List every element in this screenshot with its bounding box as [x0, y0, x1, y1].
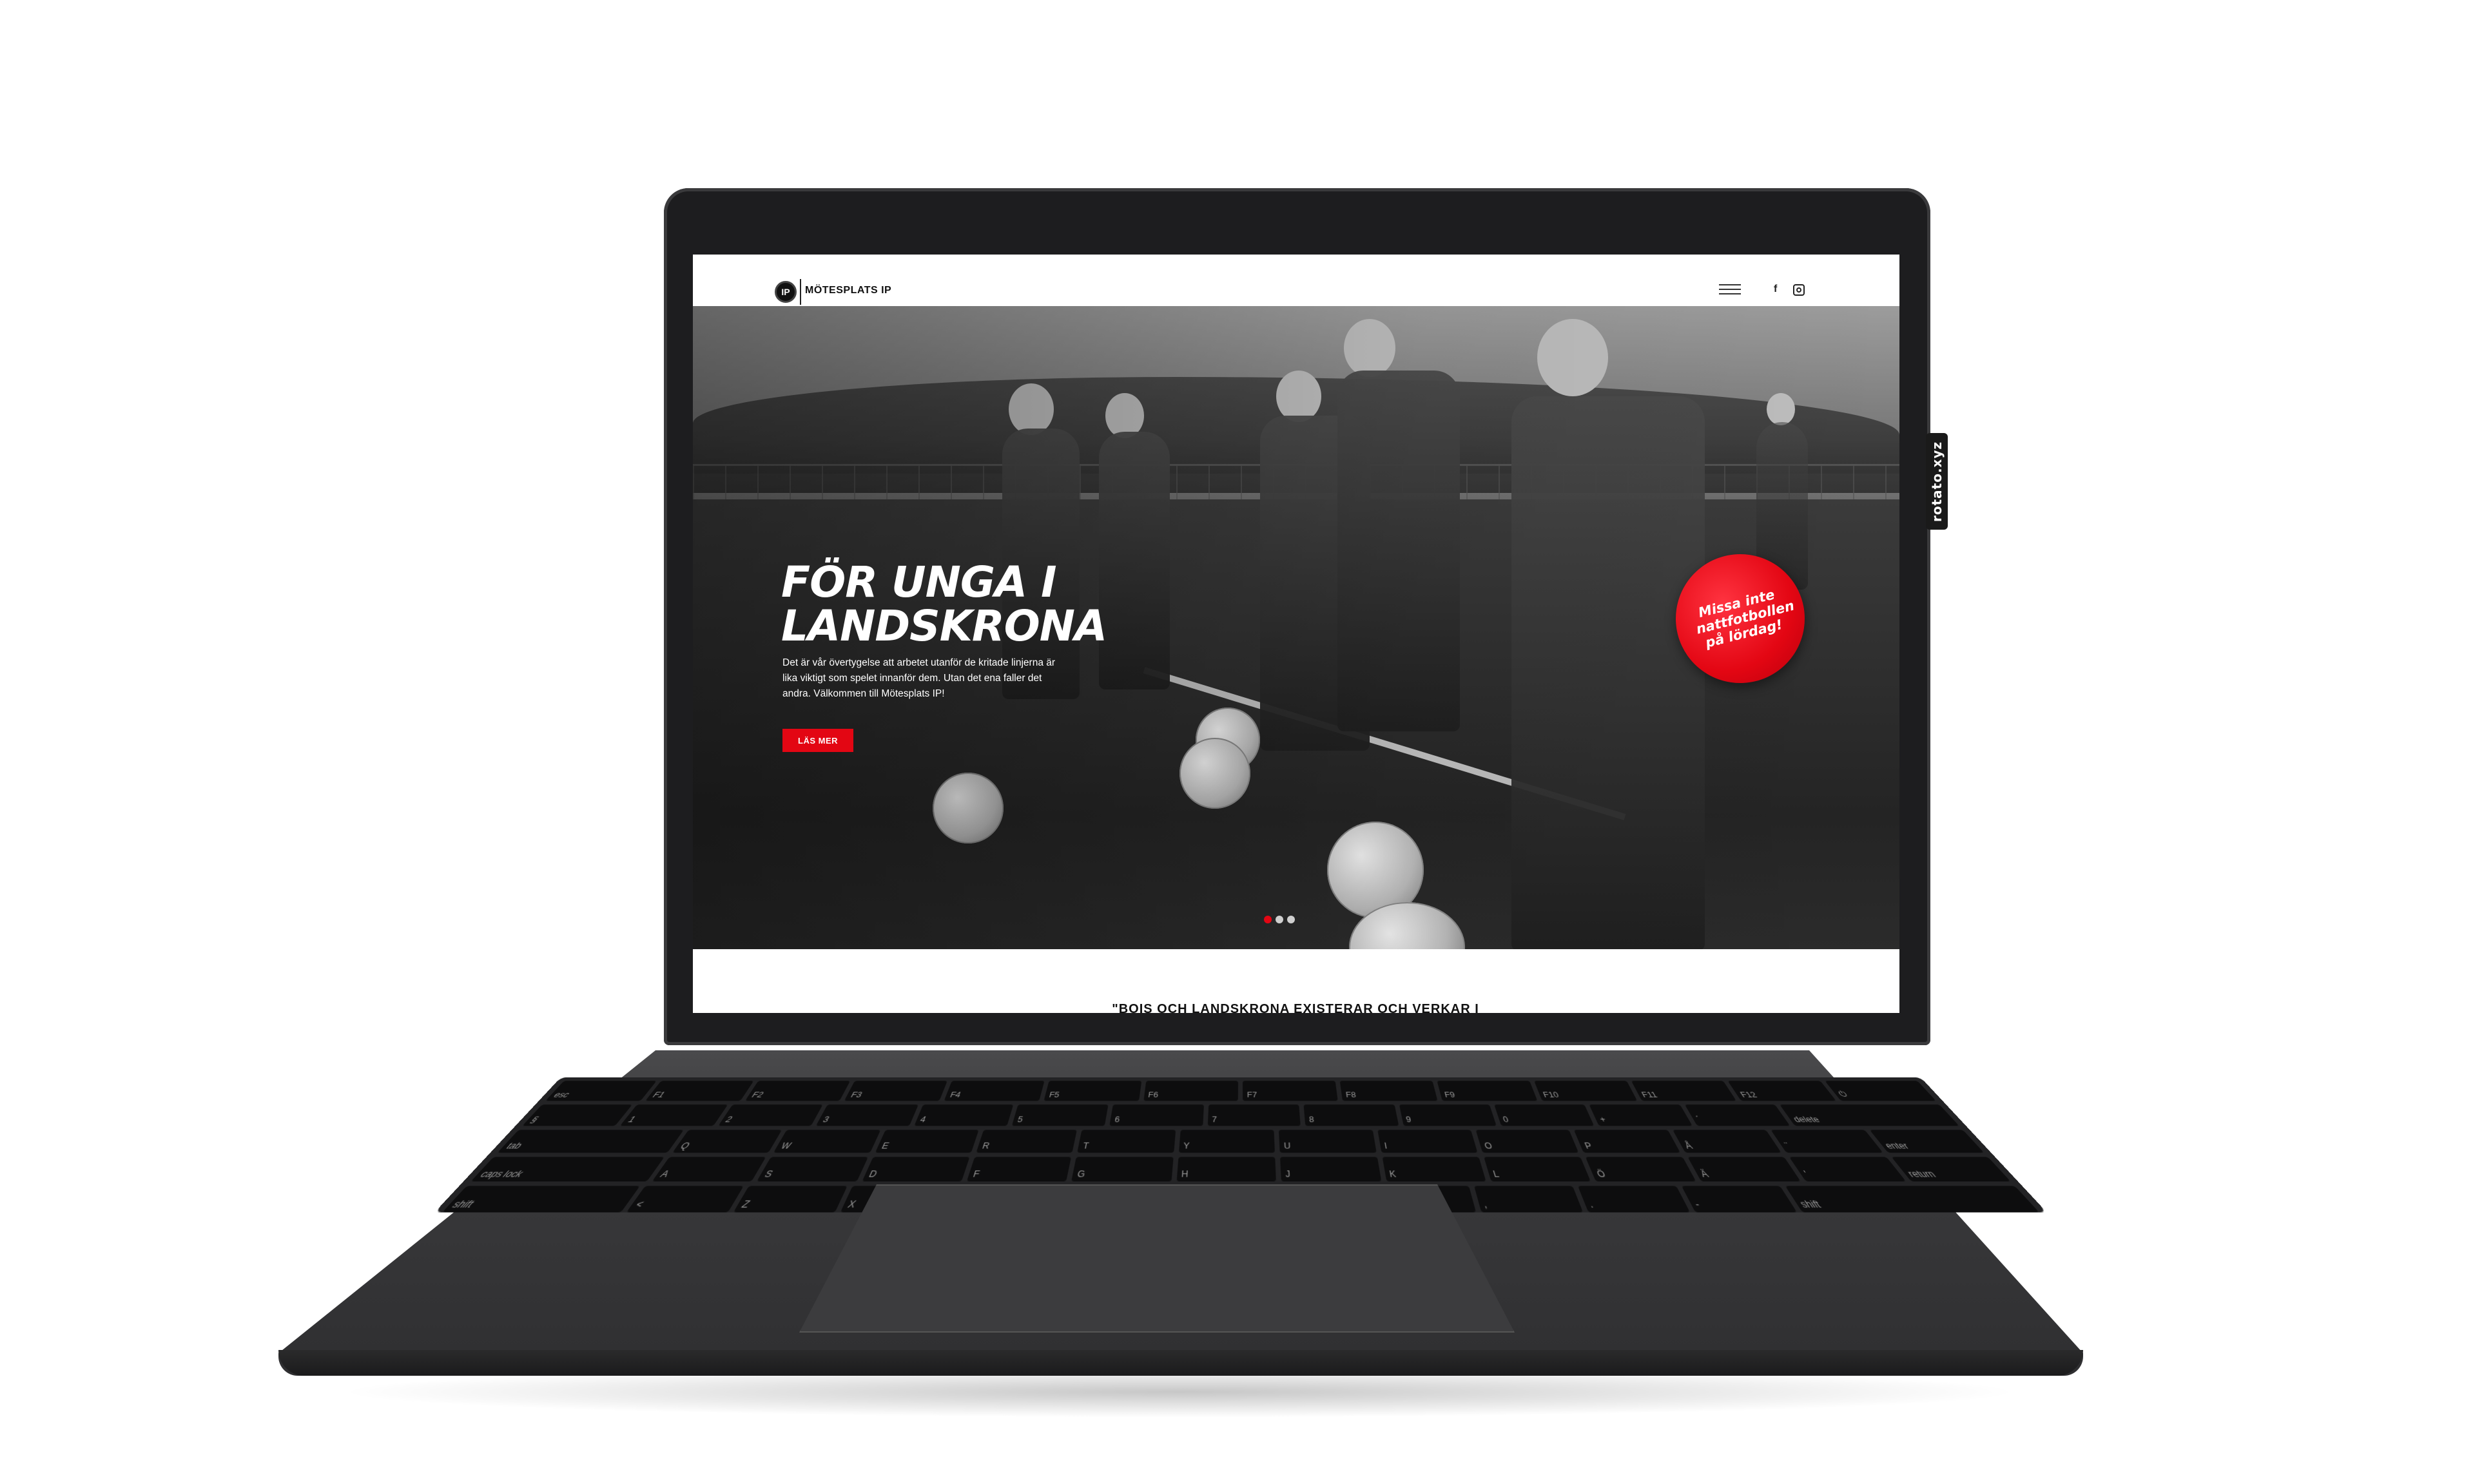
key[interactable]: U [1279, 1130, 1376, 1153]
key[interactable]: F11 [1631, 1081, 1736, 1101]
side-tag: rotato.xyz [1926, 433, 1948, 530]
hero-title: FÖR UNGA I LANDSKRONA [781, 561, 1116, 648]
key[interactable]: 9 [1399, 1104, 1496, 1126]
key[interactable]: F [967, 1157, 1072, 1181]
power-key[interactable]: ⏻ [1825, 1081, 1936, 1101]
event-badge-text: Missa inte nattfotbollen på lördag! [1691, 585, 1789, 652]
hero-text: Det är vår övertygelse att arbetet utanf… [782, 655, 1069, 702]
key[interactable]: 4 [914, 1104, 1013, 1126]
key[interactable]: Q [672, 1130, 782, 1153]
key[interactable]: F7 [1243, 1081, 1337, 1101]
key[interactable]: esc [545, 1081, 656, 1101]
logo-divider [800, 279, 801, 305]
hero-slider: FÖR UNGA I LANDSKRONA Det är vår övertyg… [693, 306, 1899, 949]
key[interactable]: Ö [1586, 1157, 1696, 1181]
key[interactable]: 0 [1494, 1104, 1595, 1126]
key[interactable]: W [773, 1130, 880, 1153]
key[interactable]: 6 [1110, 1104, 1204, 1126]
key[interactable]: ´ [1684, 1104, 1790, 1126]
shift-key[interactable]: shift [1785, 1186, 2039, 1212]
key[interactable]: F12 [1728, 1081, 1836, 1101]
key[interactable]: F10 [1534, 1081, 1637, 1101]
key[interactable]: K [1382, 1157, 1486, 1181]
slider-dot-3[interactable] [1287, 916, 1295, 923]
key[interactable]: P [1574, 1130, 1680, 1153]
read-more-button[interactable]: LÄS MER [782, 729, 853, 752]
key[interactable]: < [626, 1186, 744, 1212]
key[interactable]: F5 [1043, 1081, 1141, 1101]
key[interactable]: ¨ [1771, 1130, 1883, 1153]
slider-dots [1264, 916, 1295, 923]
key[interactable]: 8 [1304, 1104, 1399, 1126]
key[interactable]: F2 [744, 1081, 850, 1101]
key[interactable]: Y [1179, 1130, 1275, 1153]
keyboard-row-function: esc F1 F2 F3 F4 F5 F6 F7 F8 F9 F10 F11 F… [539, 1077, 1943, 1101]
keyboard-row-home: caps lock A S D F G H J K L Ö Ä ' return [463, 1153, 2018, 1182]
logo-icon[interactable]: IP [775, 281, 797, 303]
slider-dot-1[interactable] [1264, 916, 1272, 923]
key[interactable]: F1 [645, 1081, 753, 1101]
instagram-icon[interactable] [1793, 284, 1805, 296]
keyboard-row-top: tab Q W E R T Y U I O P Å ¨ enter [490, 1126, 1992, 1153]
key[interactable]: D [862, 1157, 970, 1181]
tab-key[interactable]: tab [498, 1130, 684, 1153]
site-header: IP MÖTESPLATS IP f [693, 255, 1899, 306]
key[interactable]: O [1476, 1130, 1579, 1153]
laptop-screen: IP MÖTESPLATS IP f FÖR UNGA I LANDSKRONA… [693, 255, 1899, 1013]
key[interactable]: E [875, 1130, 978, 1153]
logo-text[interactable]: MÖTESPLATS IP [805, 285, 891, 296]
trackpad[interactable] [799, 1184, 1515, 1333]
key[interactable]: L [1484, 1157, 1591, 1181]
shift-key[interactable]: shift [442, 1186, 640, 1212]
key[interactable]: G [1072, 1157, 1174, 1181]
key[interactable]: § [522, 1104, 632, 1126]
key[interactable]: F3 [844, 1081, 947, 1101]
laptop-base-edge [278, 1350, 2083, 1376]
key[interactable]: J [1280, 1157, 1381, 1181]
return-key[interactable]: return [1891, 1157, 2010, 1181]
key[interactable]: H [1176, 1157, 1276, 1181]
key[interactable]: . [1578, 1186, 1690, 1212]
key[interactable]: S [757, 1157, 868, 1181]
key[interactable]: T [1078, 1130, 1176, 1153]
key[interactable]: F8 [1340, 1081, 1438, 1101]
slider-dot-2[interactable] [1276, 916, 1283, 923]
key[interactable]: Ä [1687, 1157, 1801, 1181]
key[interactable]: + [1589, 1104, 1693, 1126]
facebook-icon[interactable]: f [1774, 284, 1777, 295]
key[interactable]: 3 [816, 1104, 918, 1126]
key[interactable]: 1 [620, 1104, 728, 1126]
key[interactable]: - [1682, 1186, 1797, 1212]
key[interactable]: ' [1789, 1157, 1906, 1181]
key[interactable]: R [976, 1130, 1078, 1153]
key[interactable]: F9 [1437, 1081, 1537, 1101]
key[interactable]: 7 [1208, 1104, 1301, 1126]
key[interactable]: Å [1673, 1130, 1781, 1153]
key[interactable]: Z [733, 1186, 848, 1212]
key[interactable]: F6 [1143, 1081, 1238, 1101]
keyboard-row-numbers: § 1 2 3 4 5 6 7 8 9 0 + ´ delete [516, 1101, 1966, 1126]
key[interactable]: F4 [944, 1081, 1045, 1101]
key[interactable]: , [1474, 1186, 1583, 1212]
enter-key[interactable]: enter [1869, 1130, 1984, 1153]
key[interactable]: 2 [718, 1104, 823, 1126]
caps-lock-key[interactable]: caps lock [471, 1157, 664, 1181]
hamburger-icon[interactable] [1719, 284, 1741, 296]
key[interactable]: 5 [1012, 1104, 1109, 1126]
section-heading: "BOIS OCH LANDSKRONA EXISTERAR OCH VERKA… [1063, 1002, 1528, 1013]
delete-key[interactable]: delete [1780, 1104, 1959, 1126]
key[interactable]: I [1377, 1130, 1478, 1153]
key[interactable]: A [652, 1157, 766, 1181]
